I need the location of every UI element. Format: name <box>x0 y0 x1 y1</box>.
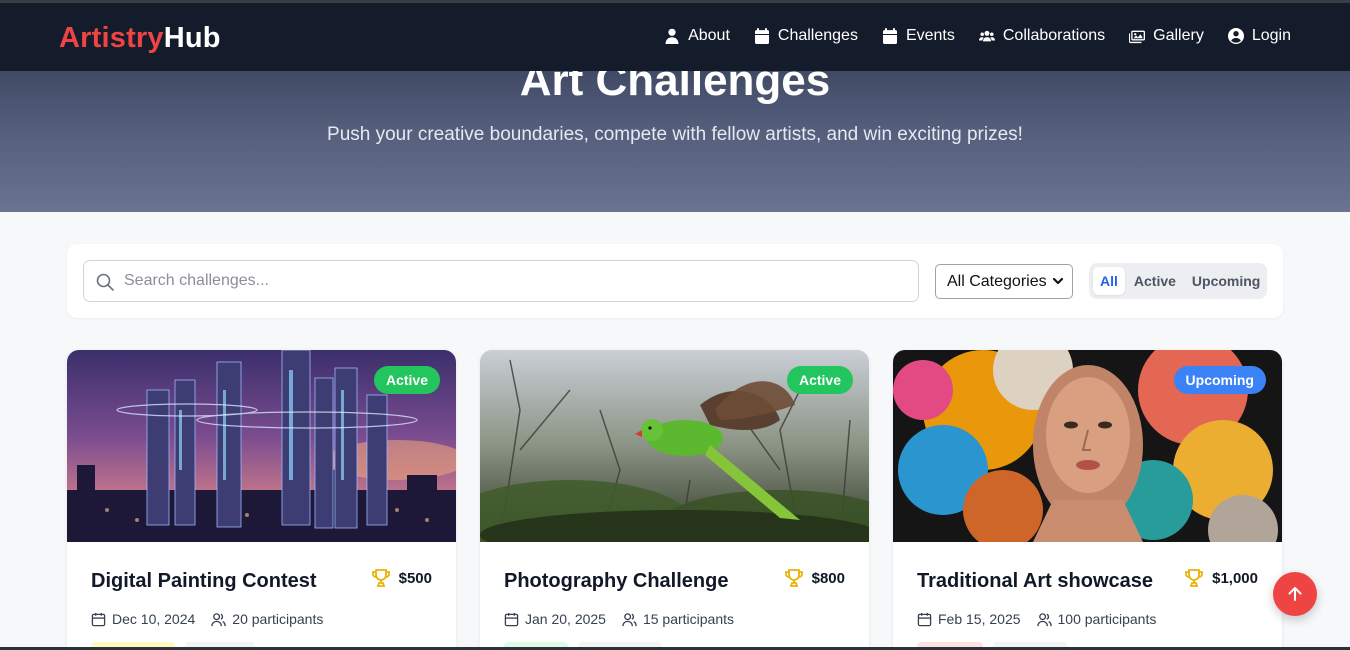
prize: $800 <box>784 568 845 588</box>
nav-link-login[interactable]: Login <box>1227 27 1291 45</box>
card-date-text: Jan 20, 2025 <box>525 611 606 627</box>
tab-all[interactable]: All <box>1093 267 1125 295</box>
prize-amount: $1,000 <box>1212 569 1258 587</box>
category-select-value: All Categories <box>947 272 1047 290</box>
prize: $500 <box>371 568 432 588</box>
trophy-icon <box>784 569 803 587</box>
brand-logo-part2: Hub <box>163 22 221 54</box>
card-title: Traditional Art showcase <box>917 570 1153 592</box>
arrow-up-icon <box>1288 587 1302 601</box>
status-badge: Upcoming <box>1173 366 1266 394</box>
category-select[interactable]: All Categories <box>935 264 1073 299</box>
challenge-card[interactable]: Active Digital Painting Contest $500 Dec… <box>67 350 456 650</box>
users-icon <box>622 612 637 626</box>
calendar-icon <box>504 612 519 626</box>
brand-logo-part1: Artistry <box>59 22 164 54</box>
calendar-icon <box>91 612 106 626</box>
users-icon <box>978 30 995 42</box>
images-icon <box>1129 30 1146 44</box>
card-participants: 15 participants <box>622 611 734 627</box>
nav-link-label: Challenges <box>777 27 858 44</box>
tab-active[interactable]: Active <box>1127 267 1183 295</box>
chevron-down-icon <box>1052 277 1064 285</box>
users-icon <box>1036 612 1052 626</box>
challenge-card[interactable]: Active Photography Challenge $800 Jan 20… <box>480 350 869 650</box>
card-participants-text: 100 participants <box>1057 611 1157 627</box>
user-circle-icon <box>1227 28 1244 44</box>
navbar: ArtistryHub About Challenges Events Coll… <box>0 3 1350 71</box>
nav-link-label: Gallery <box>1153 27 1204 44</box>
prize-amount: $800 <box>811 569 845 587</box>
card-date-text: Dec 10, 2024 <box>112 611 196 627</box>
card-date: Dec 10, 2024 <box>91 611 195 627</box>
status-badge: Active <box>786 366 853 394</box>
nav-link-about[interactable]: About <box>664 27 730 45</box>
nav-link-collaborations[interactable]: Collaborations <box>978 27 1106 45</box>
trophy-icon <box>371 569 390 587</box>
user-icon <box>665 28 679 44</box>
search-input[interactable] <box>124 261 904 301</box>
nav-link-label: About <box>688 27 730 44</box>
tab-upcoming[interactable]: Upcoming <box>1185 267 1267 295</box>
card-date-text: Feb 15, 2025 <box>938 611 1021 627</box>
card-participants-text: 15 participants <box>642 611 735 627</box>
status-filter-tabs: All Active Upcoming <box>1089 263 1267 299</box>
calendar-icon <box>754 28 769 44</box>
challenge-card[interactable]: Upcoming Traditional Art showcase $1,000… <box>893 350 1282 650</box>
card-title: Digital Painting Contest <box>91 570 317 592</box>
card-participants-text: 20 participants <box>232 611 324 627</box>
search-box <box>83 260 919 302</box>
users-icon <box>211 612 227 626</box>
card-date: Feb 15, 2025 <box>917 611 1021 627</box>
nav-link-challenges[interactable]: Challenges <box>754 27 858 45</box>
card-title: Photography Challenge <box>504 570 729 592</box>
brand-logo[interactable]: ArtistryHub <box>59 22 221 55</box>
nav-link-gallery[interactable]: Gallery <box>1129 27 1204 45</box>
calendar-icon <box>882 28 897 44</box>
card-participants: 100 participants <box>1036 611 1157 627</box>
prize: $1,000 <box>1184 568 1258 588</box>
prize-amount: $500 <box>398 569 432 587</box>
nav-link-label: Collaborations <box>1002 27 1106 44</box>
filter-bar: All Categories All Active Upcoming <box>67 244 1283 318</box>
trophy-icon <box>1185 569 1204 587</box>
card-meta: Jan 20, 2025 15 participants <box>504 611 734 627</box>
card-participants: 20 participants <box>211 611 323 627</box>
hero-section: Art Challenges Push your creative bounda… <box>0 56 1350 212</box>
search-icon <box>96 273 114 291</box>
calendar-icon <box>917 612 932 626</box>
card-meta: Dec 10, 2024 20 participants <box>91 611 323 627</box>
nav-link-label: Login <box>1251 27 1291 44</box>
page-subtitle: Push your creative boundaries, compete w… <box>327 124 1023 145</box>
nav-link-label: Events <box>905 27 955 44</box>
nav-links: About Challenges Events Collaborations G… <box>664 27 1291 45</box>
scroll-to-top-button[interactable] <box>1273 572 1317 616</box>
card-date: Jan 20, 2025 <box>504 611 606 627</box>
card-meta: Feb 15, 2025 100 participants <box>917 611 1156 627</box>
status-badge: Active <box>373 366 440 394</box>
nav-link-events[interactable]: Events <box>882 27 955 45</box>
